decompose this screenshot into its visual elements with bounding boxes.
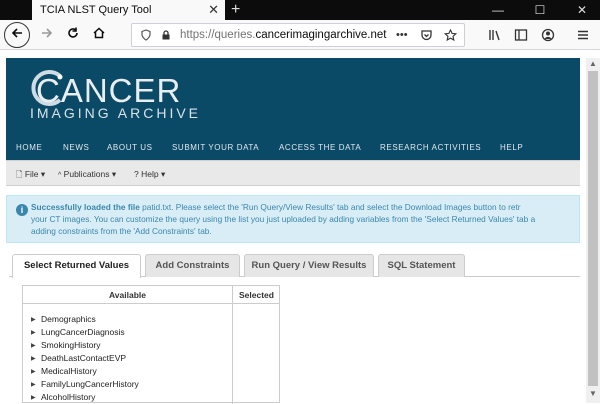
url-text: https://queries.cancerimagingarchive.net [180, 29, 387, 41]
tree-item-medicalhistory[interactable]: ▶ MedicalHistory [31, 365, 97, 378]
nav-help[interactable]: HELP [500, 142, 523, 154]
alert-text-3: adding constraints from the 'Add Constra… [31, 226, 212, 236]
tree-item-deathlastcontactevp[interactable]: ▶ DeathLastContactEVP [31, 352, 126, 365]
library-icon[interactable] [488, 28, 502, 42]
main-nav: HOME NEWS ABOUT US SUBMIT YOUR DATA ACCE… [6, 142, 580, 162]
nav-access-the-data[interactable]: ACCESS THE DATA [279, 142, 361, 154]
tree-item-familylungcancerhistory[interactable]: ▶ FamilyLungCancerHistory [31, 378, 139, 391]
maximize-icon[interactable]: ☐ [522, 0, 558, 20]
page-content: CANCER IMAGING ARCHIVE HOME NEWS ABOUT U… [6, 58, 580, 404]
alert-text-2: your CT images. You can customize the qu… [31, 214, 536, 224]
selected-header: Selected [233, 286, 280, 304]
tab-add-constraints[interactable]: Add Constraints [145, 254, 240, 277]
close-tab-icon[interactable]: ✕ [208, 0, 219, 20]
shield-icon [141, 29, 151, 41]
forward-arrow-icon [42, 28, 53, 38]
scroll-down-icon[interactable]: ▼ [586, 388, 600, 400]
reload-icon [68, 27, 78, 38]
nav-home[interactable]: HOME [16, 142, 42, 154]
back-arrow-icon [11, 28, 22, 38]
expand-arrow-icon: ▶ [31, 369, 36, 375]
hamburger-menu-icon[interactable] [576, 28, 590, 42]
expand-arrow-icon: ▶ [31, 356, 36, 362]
lock-icon [162, 30, 170, 40]
expand-arrow-icon: ▶ [31, 382, 36, 388]
app-menubar: 🗋 File ▾ ^ Publications ▾ ? Help ▾ [6, 160, 580, 186]
tree-item-demographics[interactable]: ▶ Demographics [31, 313, 96, 326]
tab-run-query[interactable]: Run Query / View Results [244, 254, 374, 277]
column-divider [232, 286, 233, 404]
reload-button[interactable] [62, 24, 84, 46]
expand-arrow-icon: ▶ [31, 330, 36, 336]
tab-select-returned-values[interactable]: Select Returned Values [12, 254, 141, 278]
expand-arrow-icon: ▶ [31, 317, 36, 323]
expand-arrow-icon: ▶ [31, 395, 36, 401]
tree-item-lungcancerdiagnosis[interactable]: ▶ LungCancerDiagnosis [31, 326, 125, 339]
available-header: Available [23, 286, 232, 304]
tab-sql-statement[interactable]: SQL Statement [378, 254, 465, 277]
nav-submit-your-data[interactable]: SUBMIT YOUR DATA [172, 142, 259, 154]
minimize-icon[interactable]: — [480, 0, 516, 20]
nav-news[interactable]: NEWS [63, 142, 89, 154]
document-icon: 🗋 [16, 170, 23, 179]
page-actions-icon[interactable]: ••• [396, 24, 408, 46]
browser-tab-title: TCIA NLST Query Tool [40, 4, 152, 16]
help-menu[interactable]: ? Help ▾ [134, 161, 165, 187]
pocket-icon[interactable] [420, 29, 433, 42]
alert-strong-text: Successfully loaded the file [31, 202, 140, 212]
question-icon: ? [134, 169, 139, 179]
home-button[interactable] [88, 24, 110, 46]
query-tabs: Select Returned Values Add Constraints R… [9, 253, 580, 278]
sidebar-icon[interactable] [514, 28, 528, 42]
success-alert: i Successfully loaded the file patid.txt… [6, 195, 580, 243]
logo-sub-text: IMAGING ARCHIVE [30, 105, 202, 121]
forward-button[interactable] [36, 24, 58, 46]
scroll-up-icon[interactable]: ▲ [586, 58, 600, 70]
page-top-gap [0, 50, 600, 58]
bookmark-star-icon[interactable] [444, 29, 457, 42]
tree-item-smokinghistory[interactable]: ▶ SmokingHistory [31, 339, 101, 352]
address-bar[interactable]: https://queries.cancerimagingarchive.net… [131, 23, 465, 47]
publications-menu[interactable]: ^ Publications ▾ [58, 161, 116, 189]
nav-research-activities[interactable]: RESEARCH ACTIVITIES [380, 142, 481, 154]
alert-text-1: patid.txt. Please select the 'Run Query/… [139, 202, 521, 212]
browser-toolbar: https://queries.cancerimagingarchive.net… [0, 20, 600, 50]
page-scrollbar-thumb[interactable] [588, 71, 598, 386]
close-window-icon[interactable]: ✕ [564, 0, 600, 20]
browser-tab-strip: TCIA NLST Query Tool ✕ + — ☐ ✕ [0, 0, 600, 20]
expand-arrow-icon: ▶ [31, 343, 36, 349]
nav-about-us[interactable]: ABOUT US [107, 142, 153, 154]
back-button[interactable] [4, 22, 30, 48]
info-icon: i [16, 204, 28, 216]
returned-values-panel: Available Selected ▶ Demographics ▶ LungCa… [22, 285, 280, 404]
caret-up-icon: ^ [58, 172, 62, 179]
site-header: CANCER IMAGING ARCHIVE HOME NEWS ABOUT U… [6, 58, 580, 160]
home-icon [93, 27, 105, 39]
file-menu[interactable]: 🗋 File ▾ [16, 161, 45, 188]
new-tab-button[interactable]: + [231, 0, 240, 19]
browser-tab[interactable]: TCIA NLST Query Tool ✕ [32, 0, 225, 20]
tree-item-alcoholhistory[interactable]: ▶ AlcoholHistory [31, 391, 95, 404]
account-icon[interactable] [541, 28, 555, 42]
